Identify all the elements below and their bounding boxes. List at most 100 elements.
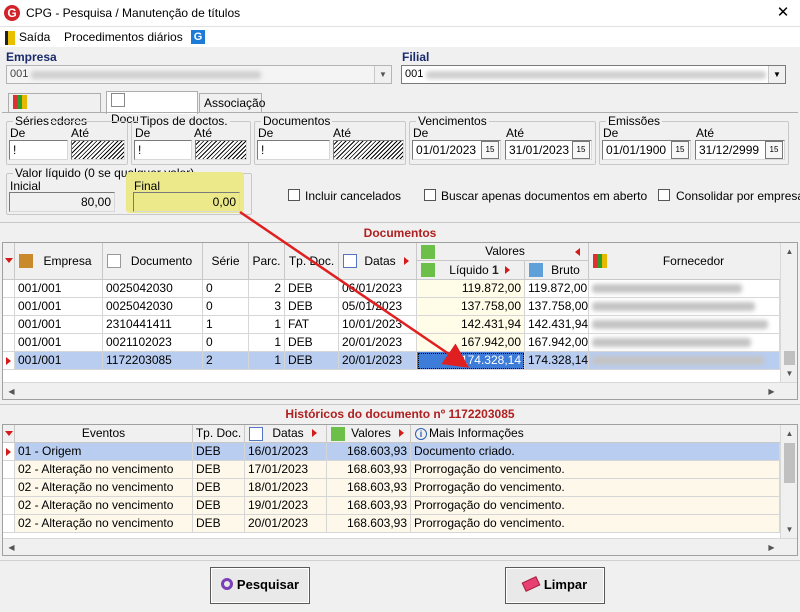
col-label: Bruto xyxy=(551,263,580,277)
chevron-down-icon[interactable]: ▼ xyxy=(781,521,798,538)
documentos-grid: Empresa Documento Série Parc. Tp. Doc. D… xyxy=(2,242,798,400)
menu-bar: Saída Procedimentos diários G xyxy=(0,27,800,47)
menu-item-saida[interactable]: Saída xyxy=(3,27,52,47)
button-label: Limpar xyxy=(543,577,588,592)
sort-arrow-icon xyxy=(403,257,409,265)
col-label: Mais Informações xyxy=(429,426,524,440)
close-button[interactable]: ✕ xyxy=(770,2,796,24)
col-liquido[interactable]: Líquido 1 xyxy=(417,261,525,280)
valor-inicial-input[interactable]: 80,00 xyxy=(9,192,115,212)
col-eventos[interactable]: Eventos xyxy=(15,425,193,443)
chevron-right-icon[interactable]: ▶ xyxy=(763,539,780,556)
pesquisar-button[interactable]: Pesquisar xyxy=(210,567,310,604)
historicos-hscroll[interactable]: ◀ ▶ xyxy=(3,538,797,555)
historicos-vscroll[interactable]: ▲ ▼ xyxy=(780,425,797,538)
calendar-icon[interactable]: 15 xyxy=(481,141,499,159)
table-cell: 02 - Alteração no vencimento xyxy=(15,497,193,515)
tab-associacao[interactable]: Associação xyxy=(199,93,265,113)
table-cell: Prorrogação do vencimento. xyxy=(411,515,780,533)
calendar-icon[interactable]: 15 xyxy=(572,141,590,159)
table-cell: 168.603,93 xyxy=(327,515,411,533)
chevron-down-icon[interactable]: ▼ xyxy=(374,66,391,83)
col-valores[interactable]: Valores xyxy=(327,425,411,443)
calendar-icon xyxy=(249,427,263,441)
empresa-value: 001 xyxy=(10,68,29,80)
valor-final-input[interactable]: 0,00 xyxy=(133,192,240,212)
col-mais-informacoes[interactable]: i Mais Informações xyxy=(411,425,781,443)
table-cell: 02 - Alteração no vencimento xyxy=(15,479,193,497)
col-tpdoc[interactable]: Tp. Doc. xyxy=(193,425,245,443)
redacted-text xyxy=(592,338,751,347)
table-cell: 19/01/2023 xyxy=(245,497,327,515)
scroll-thumb[interactable] xyxy=(784,351,795,365)
tipos-de-input[interactable]: ! xyxy=(134,140,192,160)
series-de-input[interactable]: ! xyxy=(9,140,68,160)
collapse-arrow-icon[interactable] xyxy=(575,248,580,256)
col-label: Empresa xyxy=(43,254,92,268)
scroll-thumb[interactable] xyxy=(784,443,795,483)
fornecedor-cell-redacted xyxy=(589,280,780,298)
eraser-icon xyxy=(521,576,541,592)
calendar-icon[interactable]: 15 xyxy=(671,141,689,159)
fornecedor-cell-redacted xyxy=(589,352,780,370)
table-cell: DEB xyxy=(193,515,245,533)
tipos-de-label: De xyxy=(135,126,151,140)
buscar-abertos-checkbox[interactable] xyxy=(424,189,436,201)
emissoes-ate-label: Até xyxy=(696,126,715,140)
table-cell: 001/001 xyxy=(15,352,103,370)
chevron-right-icon[interactable]: ▶ xyxy=(763,383,780,400)
tipos-ate-input[interactable] xyxy=(195,140,247,160)
table-cell: 119.872,00 xyxy=(417,280,525,298)
tab-documentos[interactable]: Documentos xyxy=(106,91,198,126)
col-tpdoc[interactable]: Tp. Doc. xyxy=(285,243,339,280)
series-de-label: De xyxy=(10,126,26,140)
documentos-de-input[interactable]: ! xyxy=(257,140,330,160)
documentos-vscroll[interactable]: ▲ ▼ xyxy=(780,243,797,382)
tab-fornecedores[interactable]: Fornecedores xyxy=(8,93,101,128)
documentos-ate-input[interactable] xyxy=(333,140,404,160)
menu-item-procedimentos[interactable]: Procedimentos diários xyxy=(62,27,185,47)
col-fornecedor[interactable]: Fornecedor xyxy=(589,243,781,280)
empresa-select[interactable]: 001 ▼ xyxy=(6,65,392,84)
row-indicator xyxy=(3,352,15,370)
table-cell: Prorrogação do vencimento. xyxy=(411,461,780,479)
chevron-left-icon[interactable]: ◀ xyxy=(3,383,20,400)
historicos-grid-title: Históricos do documento nº 1172203085 xyxy=(285,407,515,421)
chevron-left-icon[interactable]: ◀ xyxy=(3,539,20,556)
money-icon xyxy=(331,427,345,441)
table-cell: 1 xyxy=(249,316,285,334)
empresa-name-redacted xyxy=(31,71,261,79)
documentos-hscroll[interactable]: ◀ ▶ xyxy=(3,382,797,399)
col-documento[interactable]: Documento xyxy=(103,243,203,280)
col-bruto[interactable]: Bruto xyxy=(525,261,589,280)
col-datas[interactable]: Datas xyxy=(245,425,327,443)
series-ate-label: Até xyxy=(71,126,90,140)
calendar-icon[interactable]: 15 xyxy=(765,141,783,159)
table-cell: 06/01/2023 xyxy=(339,280,417,298)
col-parc[interactable]: Parc. xyxy=(249,243,285,280)
table-cell: FAT xyxy=(285,316,339,334)
chevron-up-icon[interactable]: ▲ xyxy=(781,425,798,442)
table-cell: DEB xyxy=(193,479,245,497)
table-cell: 02 - Alteração no vencimento xyxy=(15,515,193,533)
table-cell: 168.603,93 xyxy=(327,443,411,461)
col-label: Datas xyxy=(364,254,396,268)
table-cell: 0025042030 xyxy=(103,298,203,316)
chevron-up-icon[interactable]: ▲ xyxy=(781,243,798,260)
incluir-cancelados-checkbox[interactable] xyxy=(288,189,300,201)
chevron-down-icon[interactable]: ▼ xyxy=(768,66,785,83)
chevron-down-icon[interactable]: ▼ xyxy=(781,365,798,382)
col-datas[interactable]: Datas xyxy=(339,243,417,280)
col-serie[interactable]: Série xyxy=(203,243,249,280)
series-ate-input[interactable] xyxy=(71,140,125,160)
money-icon xyxy=(421,245,435,259)
sort-arrow-icon xyxy=(504,266,510,274)
limpar-button[interactable]: Limpar xyxy=(505,567,605,604)
app-logo-icon: G xyxy=(4,5,20,21)
consolidar-empresa-checkbox[interactable] xyxy=(658,189,670,201)
filial-select[interactable]: 001 ▼ xyxy=(401,65,786,84)
col-empresa[interactable]: Empresa xyxy=(15,243,103,280)
g-logo-icon[interactable]: G xyxy=(191,30,205,44)
redacted-text xyxy=(592,284,742,293)
table-cell: DEB xyxy=(285,352,339,370)
